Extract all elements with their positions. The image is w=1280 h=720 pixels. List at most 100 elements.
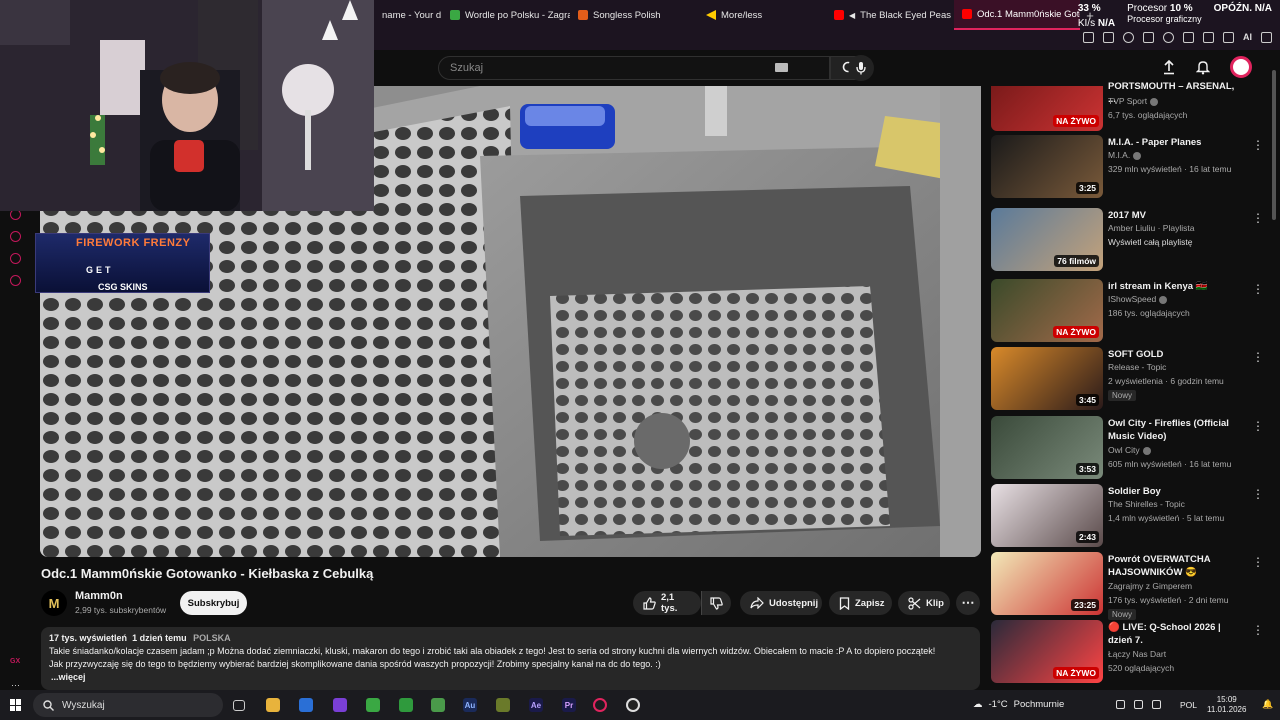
opera-gx-icon[interactable] [593, 698, 607, 712]
premiere-icon[interactable]: Pr [562, 698, 576, 712]
channel-avatar[interactable]: M [41, 590, 67, 616]
recommendation-title[interactable]: Owl City - Fireflies (Official Music Vid… [1108, 417, 1243, 443]
wallet-icon[interactable] [1143, 32, 1154, 43]
weather-widget[interactable]: ☁ -1°C Pochmurnie [973, 699, 1064, 710]
download-icon[interactable] [1223, 32, 1234, 43]
voice-search-button[interactable] [848, 55, 874, 81]
recommendation-channel[interactable]: The Shirelles - Topic [1108, 499, 1185, 509]
more-actions-button[interactable]: ⋯ [956, 591, 980, 615]
menu-icon[interactable] [1261, 32, 1272, 43]
upload-icon[interactable] [1162, 59, 1176, 75]
after-effects-icon[interactable]: Ae [529, 698, 543, 712]
tab-current-video[interactable]: Odc.1 Mamm0ńskie Gotow [954, 0, 1080, 30]
video-thumbnail[interactable]: 3:25 [991, 135, 1103, 198]
video-thumbnail[interactable]: NA ŻYWO [991, 279, 1103, 342]
video-thumbnail[interactable]: 23:25 [991, 552, 1103, 615]
history-icon[interactable] [10, 231, 21, 242]
search-input[interactable]: Szukaj [438, 56, 830, 80]
like-button[interactable]: 2,1 tys. [633, 591, 701, 615]
country-tag[interactable]: POLSKA [193, 633, 231, 643]
video-thumbnail[interactable]: NA ŻYWO [991, 620, 1103, 683]
csgo-skins-ad-overlay[interactable]: FIREWORK FRENZY GET CSG SKINS [35, 233, 210, 293]
recommendation-title[interactable]: Powrót OVERWATCHA HAJSOWNIKÓW 😎 [1108, 553, 1243, 579]
recommendation-item[interactable]: NA ŻYWO 🔴 LIVE: Q-School 2026 | dzień 7. Ł… [991, 620, 1271, 686]
recommendation-title[interactable]: M.I.A. - Paper Planes [1108, 136, 1243, 149]
channel-name[interactable]: Mamm0n [75, 590, 123, 602]
more-options-icon[interactable]: ⋮ [1252, 487, 1264, 501]
recommendation-item[interactable]: 2:43 Soldier Boy The Shirelles - Topic 1,4 … [991, 484, 1271, 550]
recommendation-channel[interactable]: Owl City [1108, 445, 1151, 455]
tab-your-d[interactable]: name - Your d [374, 0, 442, 30]
pin-icon[interactable] [1083, 32, 1094, 43]
recommendation-item[interactable]: 3:45 SOFT GOLD Release - Topic 2 wyświetlen… [991, 347, 1271, 413]
recommendation-item[interactable]: NA ŻYWO PORTSMOUTH – ARSENAL, ... TVP Spor… [991, 81, 1271, 131]
notification-bell-icon[interactable]: 🔔 [1262, 699, 1273, 710]
recommendation-title[interactable]: Soldier Boy [1108, 485, 1243, 498]
more-options-icon[interactable]: ⋮ [1252, 623, 1264, 637]
show-more-link[interactable]: ...więcej [51, 671, 972, 684]
shield-icon[interactable] [1123, 32, 1134, 43]
recommendation-channel[interactable]: IShowSpeed [1108, 294, 1168, 304]
recommendation-channel[interactable]: Release - Topic [1108, 362, 1166, 372]
account-avatar[interactable] [1230, 56, 1252, 78]
settings-icon[interactable] [10, 275, 21, 286]
recommendation-channel[interactable]: TVP Sport [1108, 96, 1159, 106]
camera-icon[interactable] [1203, 32, 1214, 43]
tab-black-eyed-peas[interactable]: ◀ The Black Eyed Peas - [826, 0, 954, 30]
obs-icon[interactable] [626, 698, 640, 712]
recommendation-channel[interactable]: Amber Liuliu · Playlista [1108, 223, 1194, 233]
taskbar-search[interactable]: Wyszukaj [33, 693, 223, 717]
tab-wordle[interactable]: Wordle po Polsku - Zagraj [442, 0, 570, 30]
more-options-icon[interactable]: ⋮ [1252, 350, 1264, 364]
recommendation-item[interactable]: 3:25 M.I.A. - Paper Planes M.I.A. 329 mln w… [991, 135, 1271, 201]
video-description[interactable]: 17 tys. wyświetleń 1 dzień temu POLSKA T… [41, 627, 980, 690]
microphone-tray-icon[interactable] [1116, 700, 1125, 709]
video-thumbnail[interactable]: 2:43 [991, 484, 1103, 547]
recommendation-title[interactable]: SOFT GOLD [1108, 348, 1243, 361]
more-options-icon[interactable]: ⋮ [1252, 211, 1264, 225]
save-button[interactable]: Zapisz [829, 591, 892, 615]
tab-more-less[interactable]: More/less [698, 0, 826, 30]
clock[interactable]: 15:09 11.01.2026 [1207, 695, 1246, 715]
recommendation-item[interactable]: NA ŻYWO irl stream in Kenya 🇰🇪 IShowSpeed 1… [991, 279, 1271, 345]
windows-start-icon[interactable] [10, 699, 22, 711]
extensions-icon[interactable] [1183, 32, 1194, 43]
app-purple-icon[interactable] [333, 698, 347, 712]
mail-icon[interactable] [299, 698, 313, 712]
file-explorer-icon[interactable] [266, 698, 280, 712]
language-indicator[interactable]: POL [1180, 700, 1197, 710]
recommendation-item[interactable]: 76 filmów 2017 MV Amber Liuliu · Playlista… [991, 208, 1271, 274]
audition-icon[interactable]: Au [463, 698, 477, 712]
app-yellow-icon[interactable] [496, 698, 510, 712]
keyboard-icon[interactable] [775, 63, 788, 72]
notepad-icon[interactable] [366, 698, 380, 712]
recommendation-title[interactable]: irl stream in Kenya 🇰🇪 [1108, 280, 1243, 293]
recommendation-channel[interactable]: M.I.A. [1108, 150, 1142, 160]
more-options-icon[interactable]: ⋮ [1252, 555, 1264, 569]
video-thumbnail[interactable]: 3:53 [991, 416, 1103, 479]
recommendation-item[interactable]: 3:53 Owl City - Fireflies (Official Music… [991, 416, 1271, 482]
page-scrollbar[interactable] [1272, 70, 1276, 220]
video-thumbnail[interactable]: NA ŻYWO [991, 86, 1103, 131]
recommendation-channel[interactable]: Łączy Nas Dart [1108, 649, 1166, 659]
network-icon[interactable] [1134, 700, 1143, 709]
task-view-icon[interactable] [233, 700, 245, 711]
video-thumbnail[interactable]: 3:45 [991, 347, 1103, 410]
dislike-button[interactable] [701, 591, 731, 615]
heart-icon[interactable] [1163, 32, 1174, 43]
screenshot-icon[interactable] [1103, 32, 1114, 43]
clip-button[interactable]: Klip [898, 591, 950, 615]
recommendation-item[interactable]: 23:25 Powrót OVERWATCHA HAJSOWNIKÓW 😎 Zagr… [991, 552, 1271, 620]
ai-button[interactable]: AI [1243, 32, 1252, 43]
app-green-icon[interactable] [399, 698, 413, 712]
recommendation-title[interactable]: 2017 MV [1108, 209, 1243, 222]
volume-icon[interactable] [1152, 700, 1161, 709]
recommendation-title[interactable]: 🔴 LIVE: Q-School 2026 | dzień 7. [1108, 621, 1243, 647]
more-options-icon[interactable]: ⋮ [1252, 419, 1264, 433]
notifications-bell-icon[interactable] [1196, 59, 1210, 75]
share-button[interactable]: Udostępnij [740, 591, 822, 615]
subscribe-button[interactable]: Subskrybuj [180, 591, 247, 615]
tab-songless[interactable]: Songless Polish [570, 0, 698, 30]
extensions-sidebar-icon[interactable] [10, 253, 21, 264]
more-options-icon[interactable]: ⋮ [1252, 282, 1264, 296]
